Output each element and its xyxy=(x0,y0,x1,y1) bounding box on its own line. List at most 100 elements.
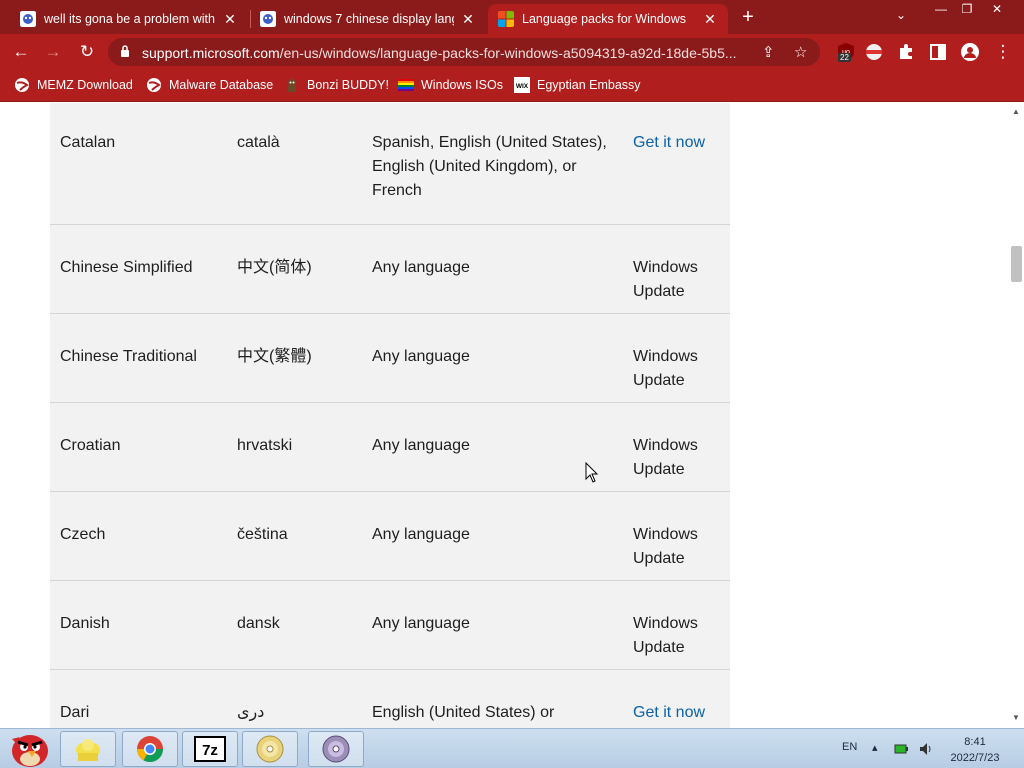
language-cell: Czech xyxy=(60,526,106,543)
back-button[interactable]: ← xyxy=(10,41,32,63)
native-name-cell: hrvatski xyxy=(237,437,293,454)
base-language-cell: Any language xyxy=(372,259,470,276)
globe-icon xyxy=(15,78,29,92)
bookmark-malware-db[interactable]: Malware Database xyxy=(146,77,273,93)
windows-update-cell: Windows Update xyxy=(633,615,698,656)
scroll-up-arrow-icon[interactable]: ▲ xyxy=(1012,107,1020,116)
close-window-button[interactable]: ✕ xyxy=(984,0,1010,18)
extension-circle-icon[interactable] xyxy=(864,42,884,62)
bar-icon xyxy=(260,11,276,27)
bookmark-label: Bonzi BUDDY! xyxy=(307,78,389,92)
disc-taskbar-button[interactable] xyxy=(242,731,298,767)
bar-icon xyxy=(20,11,36,27)
table-row: Chinese Traditional 中文(繁體) Any language … xyxy=(50,314,730,403)
bookmark-label: Windows ISOs xyxy=(421,78,503,92)
bookmarks-bar: MEMZ Download Malware Database Bonzi BUD… xyxy=(0,70,1024,102)
globe-icon xyxy=(147,78,161,92)
start-button[interactable] xyxy=(4,729,56,768)
bookmark-bonzi[interactable]: Bonzi BUDDY! xyxy=(284,77,389,93)
close-icon[interactable]: ✕ xyxy=(702,11,718,28)
tab-title: windows 7 chinese display langu xyxy=(284,12,454,26)
puzzle-icon[interactable] xyxy=(896,42,916,62)
table-row: Danish dansk Any language Windows Update xyxy=(50,581,730,670)
taskbar: 7z EN ▴ 8:41 2022/7/23 xyxy=(0,728,1024,768)
windows-update-cell: Windows Update xyxy=(633,259,698,300)
side-panel-icon[interactable] xyxy=(928,42,948,62)
bookmark-label: Egyptian Embassy xyxy=(537,78,641,92)
language-packs-table: Catalan català Spanish, English (United … xyxy=(50,103,730,728)
clock-time: 8:41 xyxy=(964,736,986,748)
tab-strip: well its gona be a problem with c ✕ wind… xyxy=(0,0,1024,34)
battery-icon[interactable] xyxy=(894,743,908,755)
url-text: support.microsoft.com/en-us/windows/lang… xyxy=(142,45,737,61)
base-language-cell: Any language xyxy=(372,348,470,365)
chrome-taskbar-button[interactable] xyxy=(122,731,178,767)
language-cell: Croatian xyxy=(60,437,121,454)
language-cell: Dari xyxy=(60,704,90,721)
get-it-now-link[interactable]: Get it now xyxy=(633,131,723,155)
bookmark-label: MEMZ Download xyxy=(37,78,133,92)
tab-2-active[interactable]: Language packs for Windows ✕ xyxy=(488,4,728,34)
scrollbar-thumb[interactable] xyxy=(1011,246,1022,282)
explorer-folder-icon xyxy=(76,739,100,761)
tab-title: Language packs for Windows xyxy=(522,12,686,26)
input-language-indicator[interactable]: EN xyxy=(842,741,857,753)
bonzi-icon xyxy=(288,79,296,92)
close-icon[interactable]: ✕ xyxy=(460,11,476,28)
base-language-cell: English (United States) or English (Unit… xyxy=(372,704,555,721)
native-name-cell: čeština xyxy=(237,526,288,543)
forward-button[interactable]: → xyxy=(42,41,64,63)
minimize-button[interactable]: — xyxy=(928,0,954,18)
windows-update-cell: Windows Update xyxy=(633,437,698,478)
profile-avatar-icon[interactable] xyxy=(960,42,980,62)
menu-kebab-icon[interactable]: ⋮ xyxy=(992,41,1014,63)
reload-button[interactable]: ↻ xyxy=(76,41,98,63)
scroll-down-arrow-icon[interactable]: ▼ xyxy=(1012,713,1020,722)
language-cell: Chinese Traditional xyxy=(60,348,197,365)
show-hidden-icons-icon[interactable]: ▴ xyxy=(872,741,878,754)
bookmark-memz[interactable]: MEMZ Download xyxy=(14,77,133,93)
extension-badge: 22 xyxy=(838,53,851,62)
vertical-scrollbar[interactable]: ▲ ▼ xyxy=(1008,103,1024,728)
new-tab-button[interactable]: + xyxy=(736,6,760,29)
table-row: Croatian hrvatski Any language Windows U… xyxy=(50,403,730,492)
language-cell: Catalan xyxy=(60,134,116,151)
disc-icon xyxy=(256,735,284,763)
volume-icon[interactable] xyxy=(918,741,934,757)
close-icon[interactable]: ✕ xyxy=(222,11,238,28)
dvd-taskbar-button[interactable] xyxy=(308,731,364,767)
tab-1[interactable]: windows 7 chinese display langu ✕ xyxy=(250,4,486,34)
star-icon[interactable]: ☆ xyxy=(794,43,807,61)
get-it-now-link[interactable]: Get it now xyxy=(633,701,723,725)
tab-0[interactable]: well its gona be a problem with c ✕ xyxy=(10,4,248,34)
base-language-cell: Any language xyxy=(372,526,470,543)
bookmark-label: Malware Database xyxy=(169,78,274,92)
native-name-cell: 中文(繁體) xyxy=(237,348,312,365)
table-row: Chinese Simplified 中文(简体) Any language W… xyxy=(50,225,730,314)
system-clock[interactable]: 8:41 2022/7/23 xyxy=(940,734,1010,766)
clock-date: 2022/7/23 xyxy=(950,752,1000,764)
mouse-pointer-icon xyxy=(585,462,599,483)
windows-update-cell: Windows Update xyxy=(633,526,698,567)
native-name-cell: درى xyxy=(237,704,265,721)
bookmark-egyptian-embassy[interactable]: WIX Egyptian Embassy xyxy=(514,77,641,93)
7zip-taskbar-button[interactable]: 7z xyxy=(182,731,238,767)
base-language-cell: Any language xyxy=(372,615,470,632)
language-cell: Chinese Simplified xyxy=(60,259,193,276)
angry-birds-icon xyxy=(12,735,48,767)
native-name-cell: dansk xyxy=(237,615,280,632)
share-icon[interactable]: ⇪ xyxy=(762,43,775,61)
wix-icon: WIX xyxy=(514,77,530,93)
chrome-icon xyxy=(136,736,164,763)
7zip-icon: 7z xyxy=(194,736,226,762)
address-bar[interactable]: support.microsoft.com/en-us/windows/lang… xyxy=(108,38,820,66)
chevron-down-icon[interactable]: ⌄ xyxy=(896,8,906,22)
toolbar: ← → ↻ support.microsoft.com/en-us/window… xyxy=(0,34,1024,70)
restore-button[interactable]: ❐ xyxy=(954,0,980,18)
base-language-cell: Any language xyxy=(372,437,470,454)
tab-title: well its gona be a problem with c xyxy=(44,12,216,26)
bookmark-windows-isos[interactable]: Windows ISOs xyxy=(398,77,503,93)
language-cell: Danish xyxy=(60,615,110,632)
table-row: Dari درى English (United States) or Engl… xyxy=(50,670,730,728)
explorer-taskbar-button[interactable] xyxy=(60,731,116,767)
